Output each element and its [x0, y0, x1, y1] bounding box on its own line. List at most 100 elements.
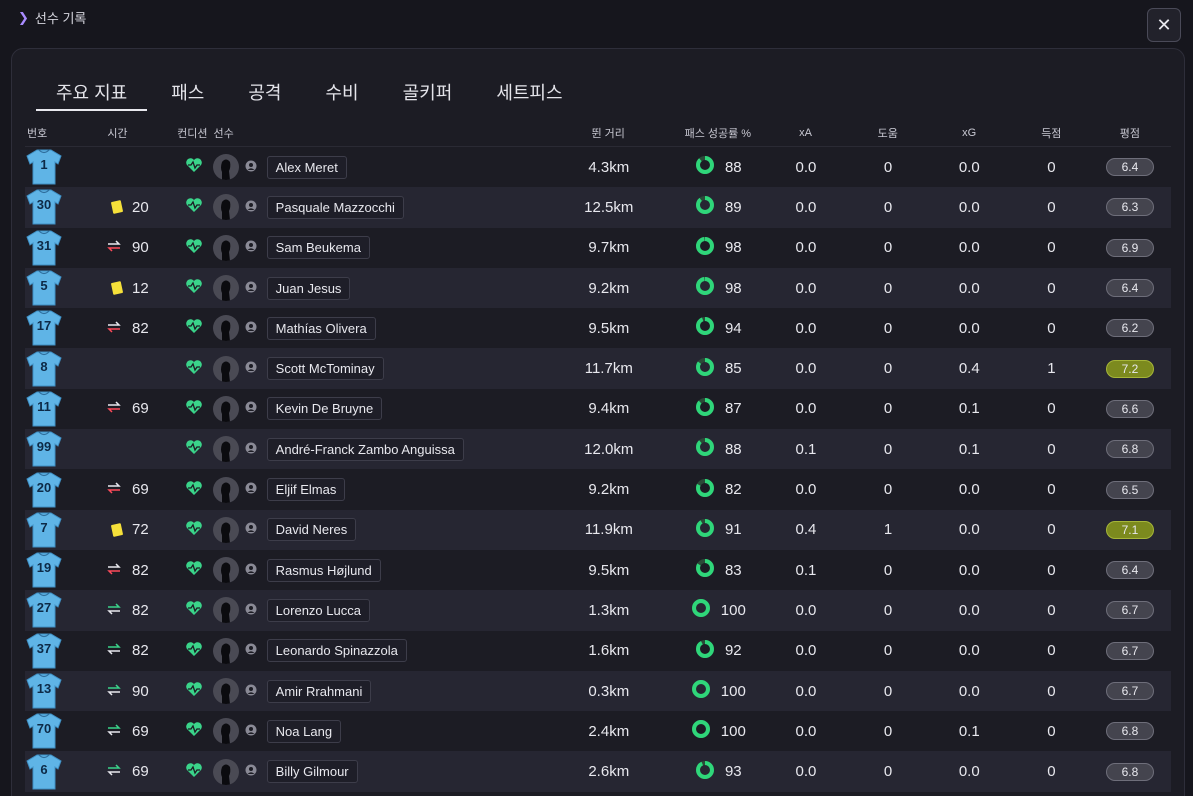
player-name[interactable]: Rasmus Højlund: [266, 558, 381, 582]
pass-ring-icon: [695, 558, 715, 582]
condition-heart-icon: [185, 641, 203, 661]
header-assists[interactable]: 도움: [851, 119, 924, 146]
header-condition[interactable]: 컨디션: [173, 119, 211, 146]
avatar: [212, 516, 239, 543]
time-cell: 82: [63, 308, 174, 348]
jersey-cell: 17: [25, 308, 63, 348]
xa-value: 0.4: [795, 521, 817, 539]
jersey-cell: 70: [25, 711, 63, 751]
pass-cell: 92: [676, 631, 760, 671]
header-num[interactable]: 번호: [25, 119, 62, 146]
distance-value: 11.7km: [584, 360, 633, 378]
time-value: 69: [131, 763, 149, 781]
close-button[interactable]: ✕: [1147, 8, 1181, 42]
condition-heart-icon: [185, 278, 203, 298]
header-pass-pct[interactable]: 패스 성공률 %: [676, 119, 760, 146]
player-name[interactable]: Mathías Olivera: [266, 316, 376, 340]
player-name[interactable]: Noa Lang: [266, 719, 342, 743]
player-name[interactable]: Billy Gilmour: [266, 760, 358, 784]
time-cell: 20: [63, 187, 174, 227]
player-name[interactable]: Lorenzo Lucca: [266, 598, 370, 622]
assists-value: 0: [883, 198, 893, 216]
header-time[interactable]: 시간: [62, 119, 173, 146]
player-name[interactable]: Scott McTominay: [266, 357, 384, 381]
table-row[interactable]: 13 90 Amir Rrahmani 0.3km 100 0.0 0 0.0 …: [25, 670, 1171, 712]
player-name[interactable]: David Neres: [266, 518, 357, 542]
player-cell: Mathías Olivera: [212, 308, 542, 348]
tab-5[interactable]: 세트피스: [496, 79, 562, 111]
rating-cell: 6.4: [1089, 268, 1171, 308]
assists-value: 0: [883, 642, 893, 660]
distance-value: 0.3km: [588, 682, 630, 700]
player-name[interactable]: Leonardo Spinazzola: [266, 639, 407, 663]
table-row[interactable]: 19 82 Rasmus Højlund 9.5km 83 0.1 0 0.0 …: [25, 550, 1171, 590]
player-name[interactable]: Alex Meret: [266, 155, 347, 179]
header-xg[interactable]: xG: [924, 119, 1014, 146]
header-rating[interactable]: 평점: [1089, 119, 1171, 146]
substitution-on-icon: [106, 602, 122, 619]
table-row[interactable]: 17 82 Mathías Olivera 9.5km 94 0.0 0 0.0…: [25, 308, 1171, 348]
tab-3[interactable]: 수비: [326, 79, 359, 111]
goals-value: 0: [1047, 440, 1056, 458]
player-name[interactable]: Eljif Elmas: [266, 478, 346, 502]
avatar: [212, 637, 239, 664]
table-row[interactable]: 5 12 Juan Jesus 9.2km 98 0.0 0 0.0 0 6.4: [25, 267, 1171, 309]
table-header: 번호 시간 컨디션 선수 뛴 거리 패스 성공률 % xA 도움 xG 득점 평…: [25, 119, 1171, 147]
player-name[interactable]: Juan Jesus: [266, 276, 351, 300]
condition-cell: [174, 389, 212, 429]
player-name[interactable]: Kevin De Bruyne: [266, 397, 383, 421]
time-cell: [63, 348, 174, 388]
header-xa[interactable]: xA: [760, 119, 851, 146]
assists-value: 0: [883, 601, 893, 619]
table-row[interactable]: 70 69 Noa Lang 2.4km 100 0.0 0 0.1 0 6.8: [25, 711, 1171, 751]
table-row[interactable]: 30 20 Pasquale Mazzocchi 12.5km 89 0.0 0…: [25, 187, 1171, 228]
jersey-number: 20: [36, 479, 52, 495]
header-player[interactable]: 선수: [212, 119, 541, 146]
jersey-number: 30: [36, 197, 52, 213]
condition-cell: [174, 711, 212, 751]
table-row[interactable]: 11 69 Kevin De Bruyne 9.4km 87 0.0 0 0.1…: [25, 389, 1171, 429]
table-row[interactable]: 6 69 Billy Gilmour 2.6km 93 0.0 0 0.0 0 …: [25, 751, 1171, 792]
avatar: [212, 678, 239, 704]
tab-0[interactable]: 주요 지표: [36, 79, 148, 111]
time-cell: 82: [63, 590, 174, 630]
yellow-card-icon: [110, 522, 124, 537]
tab-2[interactable]: 공격: [248, 79, 281, 111]
pass-cell: 94: [676, 308, 760, 348]
header-goals[interactable]: 득점: [1014, 119, 1089, 146]
table-row[interactable]: 31 90 Sam Beukema 9.7km 98 0.0 0 0.0 0 6…: [25, 228, 1171, 268]
table-row[interactable]: 27 82 Lorenzo Lucca 1.3km 100 0.0 0 0.0 …: [25, 590, 1171, 631]
assists-value: 0: [883, 763, 893, 781]
table-row[interactable]: 37 82 Leonardo Spinazzola 1.6km 92 0.0 0…: [25, 631, 1171, 671]
condition-cell: [174, 590, 212, 630]
condition-heart-icon: [185, 480, 203, 500]
rating-badge: 7.2: [1105, 359, 1154, 378]
table-row[interactable]: 20 69 Eljif Elmas 9.2km 82 0.0 0 0.0 0 6…: [25, 469, 1171, 509]
table-row[interactable]: 7 72 David Neres 11.9km 91 0.4 1 0.0 0 7…: [25, 509, 1171, 550]
pass-ring-icon: [691, 719, 711, 743]
player-name[interactable]: Sam Beukema: [266, 236, 370, 260]
assists-value: 1: [883, 521, 893, 539]
condition-heart-icon: [185, 600, 203, 620]
breadcrumb[interactable]: ❯ 선수 기록: [18, 8, 86, 27]
rating-cell: 6.2: [1089, 308, 1171, 348]
xg-value: 0.0: [958, 279, 980, 297]
substitution-on-icon: [106, 763, 122, 780]
table-row[interactable]: 99 André-Franck Zambo Anguissa 12.0km 88…: [25, 429, 1171, 470]
header-distance[interactable]: 뛴 거리: [541, 119, 676, 146]
table-row[interactable]: 1 Alex Meret 4.3km 88 0.0 0 0.0 0 6.4: [25, 147, 1171, 187]
rating-cell: 6.7: [1089, 671, 1171, 711]
player-name[interactable]: Pasquale Mazzocchi: [266, 195, 404, 219]
player-name[interactable]: Amir Rrahmani: [266, 679, 372, 703]
distance-value: 9.2km: [588, 279, 630, 297]
pass-cell: 83: [676, 550, 760, 590]
player-name[interactable]: André-Franck Zambo Anguissa: [266, 437, 464, 461]
tab-1[interactable]: 패스: [171, 79, 204, 111]
condition-heart-icon: [185, 721, 203, 741]
condition-cell: [174, 429, 212, 469]
person-icon: [245, 562, 267, 579]
tab-4[interactable]: 골키퍼: [403, 79, 453, 111]
table-row[interactable]: 8 Scott McTominay 11.7km 85 0.0 0 0.4 1 …: [25, 348, 1171, 389]
goals-value: 0: [1047, 319, 1056, 337]
jersey-cell: 8: [25, 348, 63, 388]
